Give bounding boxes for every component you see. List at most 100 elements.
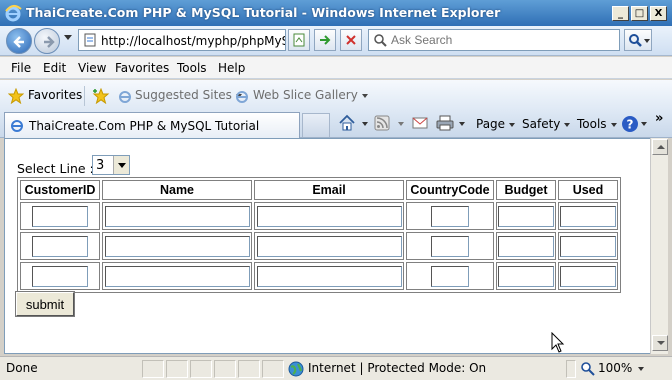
help-dropdown-icon[interactable] bbox=[641, 122, 647, 126]
status-bar: Done Internet | Protected Mode: On 100% bbox=[0, 356, 672, 380]
chevron-more-icon[interactable]: » bbox=[655, 111, 663, 126]
name-input[interactable] bbox=[104, 205, 250, 227]
close-button[interactable]: X bbox=[650, 6, 667, 21]
favorites-bar: Favorites Suggested Sites Web Slice Gall… bbox=[0, 80, 672, 110]
ie-icon bbox=[5, 5, 22, 22]
customer-form-table: CustomerID Name Email CountryCode Budget… bbox=[17, 177, 621, 293]
mouse-cursor-icon bbox=[551, 332, 565, 353]
scroll-up-button[interactable] bbox=[652, 139, 668, 155]
column-header-customerid: CustomerID bbox=[20, 180, 100, 200]
tab-bar: ThaiCreate.Com PHP & MySQL Tutorial Page… bbox=[0, 110, 672, 138]
status-panel bbox=[262, 360, 284, 378]
help-icon[interactable]: ? bbox=[621, 115, 639, 133]
separator bbox=[84, 86, 85, 106]
budget-input[interactable] bbox=[498, 235, 554, 257]
name-input[interactable] bbox=[104, 235, 250, 257]
status-panel bbox=[166, 360, 188, 378]
menu-help[interactable]: Help bbox=[218, 61, 245, 75]
status-panel bbox=[142, 360, 164, 378]
search-input[interactable] bbox=[391, 32, 611, 48]
url-field[interactable]: http://localhost/myphp/phpMySQ bbox=[78, 29, 286, 51]
url-text: http://localhost/myphp/phpMySQ bbox=[101, 34, 285, 48]
go-button[interactable] bbox=[314, 29, 336, 51]
feeds-icon[interactable] bbox=[374, 115, 390, 131]
customerid-input[interactable] bbox=[32, 265, 88, 287]
scroll-down-icon bbox=[657, 341, 665, 345]
status-panel bbox=[566, 360, 576, 378]
maximize-button[interactable]: □ bbox=[631, 6, 648, 21]
scroll-down-button[interactable] bbox=[652, 335, 668, 351]
add-to-favorites-icon[interactable] bbox=[92, 88, 110, 104]
print-icon[interactable] bbox=[436, 115, 454, 131]
web-slice-dropdown-icon bbox=[361, 93, 368, 98]
title-bar: ThaiCreate.Com PHP & MySQL Tutorial - Wi… bbox=[0, 0, 672, 26]
zoom-level[interactable]: 100% bbox=[598, 361, 632, 375]
used-input[interactable] bbox=[560, 235, 616, 257]
menu-edit[interactable]: Edit bbox=[43, 61, 66, 75]
favorites-button[interactable]: Favorites bbox=[28, 88, 82, 102]
status-panel bbox=[190, 360, 212, 378]
menu-view[interactable]: View bbox=[78, 61, 106, 75]
home-dropdown-icon[interactable] bbox=[362, 122, 368, 126]
search-options-icon[interactable] bbox=[644, 39, 650, 43]
home-icon[interactable] bbox=[338, 114, 356, 132]
dropdown-button[interactable] bbox=[113, 156, 129, 174]
table-cell bbox=[406, 262, 494, 290]
minimize-button[interactable]: _ bbox=[612, 6, 629, 21]
zoom-icon bbox=[581, 362, 595, 376]
status-panel bbox=[214, 360, 236, 378]
countrycode-input[interactable] bbox=[431, 205, 469, 227]
customerid-input[interactable] bbox=[32, 235, 88, 257]
menu-tools[interactable]: Tools bbox=[177, 61, 207, 75]
favorites-star-icon bbox=[8, 88, 24, 104]
stop-button[interactable] bbox=[340, 29, 362, 51]
table-cell bbox=[496, 232, 556, 260]
feeds-dropdown-icon[interactable] bbox=[398, 122, 404, 126]
table-cell bbox=[20, 232, 100, 260]
new-tab-button[interactable] bbox=[302, 113, 330, 137]
safety-menu[interactable]: Safety bbox=[522, 117, 571, 131]
budget-input[interactable] bbox=[498, 265, 554, 287]
countrycode-input[interactable] bbox=[431, 235, 469, 257]
search-provider-icon bbox=[374, 34, 387, 47]
select-line-dropdown[interactable]: 3 bbox=[92, 155, 130, 175]
name-input[interactable] bbox=[104, 265, 250, 287]
zoom-dropdown-icon[interactable] bbox=[638, 367, 644, 371]
compatibility-view-button[interactable] bbox=[288, 29, 310, 51]
page-icon bbox=[84, 33, 96, 47]
menu-file[interactable]: File bbox=[11, 61, 31, 75]
back-button[interactable] bbox=[6, 28, 32, 54]
forward-button[interactable] bbox=[34, 28, 60, 54]
select-line-label: Select Line : bbox=[17, 161, 94, 176]
email-input[interactable] bbox=[256, 265, 402, 287]
email-input[interactable] bbox=[256, 205, 402, 227]
submit-button[interactable]: submit bbox=[15, 291, 75, 317]
web-slice-gallery-link[interactable]: Web Slice Gallery bbox=[253, 88, 368, 102]
web-slice-icon bbox=[236, 91, 248, 103]
vertical-scrollbar[interactable] bbox=[650, 138, 668, 354]
table-cell bbox=[406, 202, 494, 230]
read-mail-icon[interactable] bbox=[412, 116, 428, 130]
email-input[interactable] bbox=[256, 235, 402, 257]
select-line-value: 3 bbox=[96, 158, 105, 173]
used-input[interactable] bbox=[560, 205, 616, 227]
customerid-input[interactable] bbox=[32, 205, 88, 227]
budget-input[interactable] bbox=[498, 205, 554, 227]
scroll-up-icon bbox=[657, 145, 665, 149]
search-box[interactable] bbox=[368, 29, 620, 51]
tab-active[interactable]: ThaiCreate.Com PHP & MySQL Tutorial bbox=[4, 112, 300, 138]
tools-menu[interactable]: Tools bbox=[577, 117, 617, 131]
menu-favorites[interactable]: Favorites bbox=[115, 61, 169, 75]
page-menu[interactable]: Page bbox=[476, 117, 516, 131]
recent-pages-dropdown-icon[interactable] bbox=[64, 35, 72, 40]
used-input[interactable] bbox=[560, 265, 616, 287]
compatibility-icon bbox=[293, 33, 305, 47]
status-panel bbox=[238, 360, 260, 378]
security-zone-text[interactable]: Internet | Protected Mode: On bbox=[308, 361, 486, 375]
table-cell bbox=[254, 202, 404, 230]
column-header-name: Name bbox=[102, 180, 252, 200]
countrycode-input[interactable] bbox=[431, 265, 469, 287]
suggested-sites-link[interactable]: Suggested Sites bbox=[135, 88, 242, 102]
search-button[interactable] bbox=[624, 29, 652, 51]
print-dropdown-icon[interactable] bbox=[459, 122, 465, 126]
